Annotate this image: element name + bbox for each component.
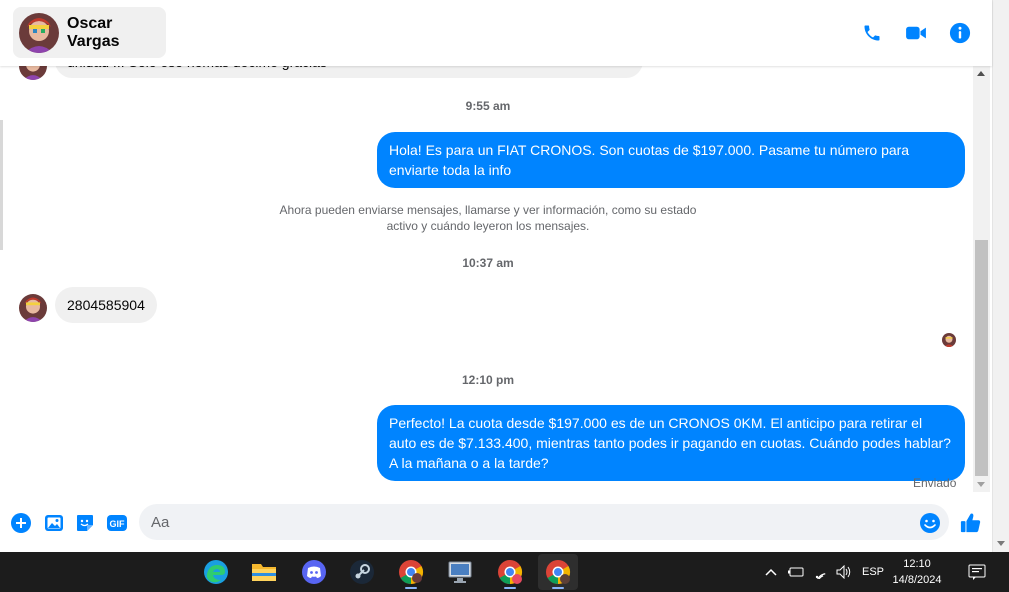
phone-icon[interactable] xyxy=(859,20,885,46)
discord-icon[interactable] xyxy=(294,554,334,590)
language-indicator[interactable]: ESP xyxy=(860,552,886,592)
chevron-up-icon[interactable] xyxy=(762,552,780,592)
scroll-up-arrow-icon[interactable] xyxy=(977,71,985,76)
timestamp-2: 10:37 am xyxy=(462,256,514,270)
monitor-app-icon[interactable] xyxy=(440,554,480,590)
message-input[interactable] xyxy=(139,504,949,540)
chrome-profile-icon[interactable] xyxy=(490,554,530,590)
page-scroll-down-icon[interactable] xyxy=(997,541,1005,546)
steam-icon[interactable] xyxy=(342,554,382,590)
chrome-profile-c-icon[interactable] xyxy=(538,554,578,590)
notifications-icon[interactable] xyxy=(964,552,990,592)
incoming-message-1: 2804585904 xyxy=(55,287,157,323)
thumbs-up-icon[interactable] xyxy=(958,512,984,534)
info-icon[interactable] xyxy=(947,20,973,46)
running-indicator xyxy=(552,587,564,589)
system-notice: Ahora pueden enviarse mensajes, llamarse… xyxy=(279,203,697,233)
emoji-icon[interactable] xyxy=(919,512,941,534)
outgoing-message-1: Hola! Es para un FIAT CRONOS. Son cuotas… xyxy=(377,132,965,188)
scrollbar-thumb[interactable] xyxy=(975,240,988,476)
volume-icon[interactable] xyxy=(834,552,856,592)
clock[interactable]: 12:10 14/8/2024 xyxy=(885,556,949,588)
running-indicator xyxy=(504,587,516,589)
message-status: Enviado xyxy=(913,476,957,490)
gif-icon[interactable]: GIF xyxy=(106,512,128,534)
wifi-icon[interactable] xyxy=(810,552,832,592)
read-receipt-avatar xyxy=(942,333,956,347)
messenger-window: Oscar Vargas unidad !!! Solo eso nomas d… xyxy=(0,0,1009,552)
contact-button[interactable]: Oscar Vargas xyxy=(13,7,166,58)
sticker-icon[interactable] xyxy=(74,512,96,534)
outgoing-message-2: Perfecto! La cuota desde $197.000 es de … xyxy=(377,405,965,481)
sender-avatar xyxy=(19,294,47,322)
composer: GIF xyxy=(0,496,992,552)
clock-date: 14/8/2024 xyxy=(892,574,942,586)
gif-label: GIF xyxy=(110,519,126,529)
language-label: ESP xyxy=(861,566,884,578)
taskbar: ESP 12:10 14/8/2024 xyxy=(0,552,1009,592)
battery-icon[interactable] xyxy=(786,552,806,592)
message-list: unidad !!! Solo eso nomas decime gracias… xyxy=(3,66,973,496)
incoming-message-partial: unidad !!! Solo eso nomas decime gracias xyxy=(55,66,643,78)
conversation-header: Oscar Vargas xyxy=(0,0,992,66)
clock-time: 12:10 xyxy=(903,558,931,570)
timestamp-3: 12:10 pm xyxy=(461,373,515,387)
messages-scrollbar[interactable] xyxy=(973,66,990,492)
edge-icon[interactable] xyxy=(196,554,236,590)
plus-icon[interactable] xyxy=(10,512,32,534)
file-explorer-icon[interactable] xyxy=(244,554,284,590)
contact-name: Oscar Vargas xyxy=(67,14,120,50)
video-camera-icon[interactable] xyxy=(903,20,929,46)
timestamp-1: 9:55 am xyxy=(465,99,511,113)
chrome-icon[interactable] xyxy=(391,554,431,590)
page-scrollbar[interactable] xyxy=(992,0,1009,552)
sender-avatar xyxy=(19,66,47,80)
running-indicator xyxy=(405,587,417,589)
image-icon[interactable] xyxy=(43,512,65,534)
contact-avatar xyxy=(19,12,59,53)
scroll-down-arrow-icon[interactable] xyxy=(977,482,985,487)
